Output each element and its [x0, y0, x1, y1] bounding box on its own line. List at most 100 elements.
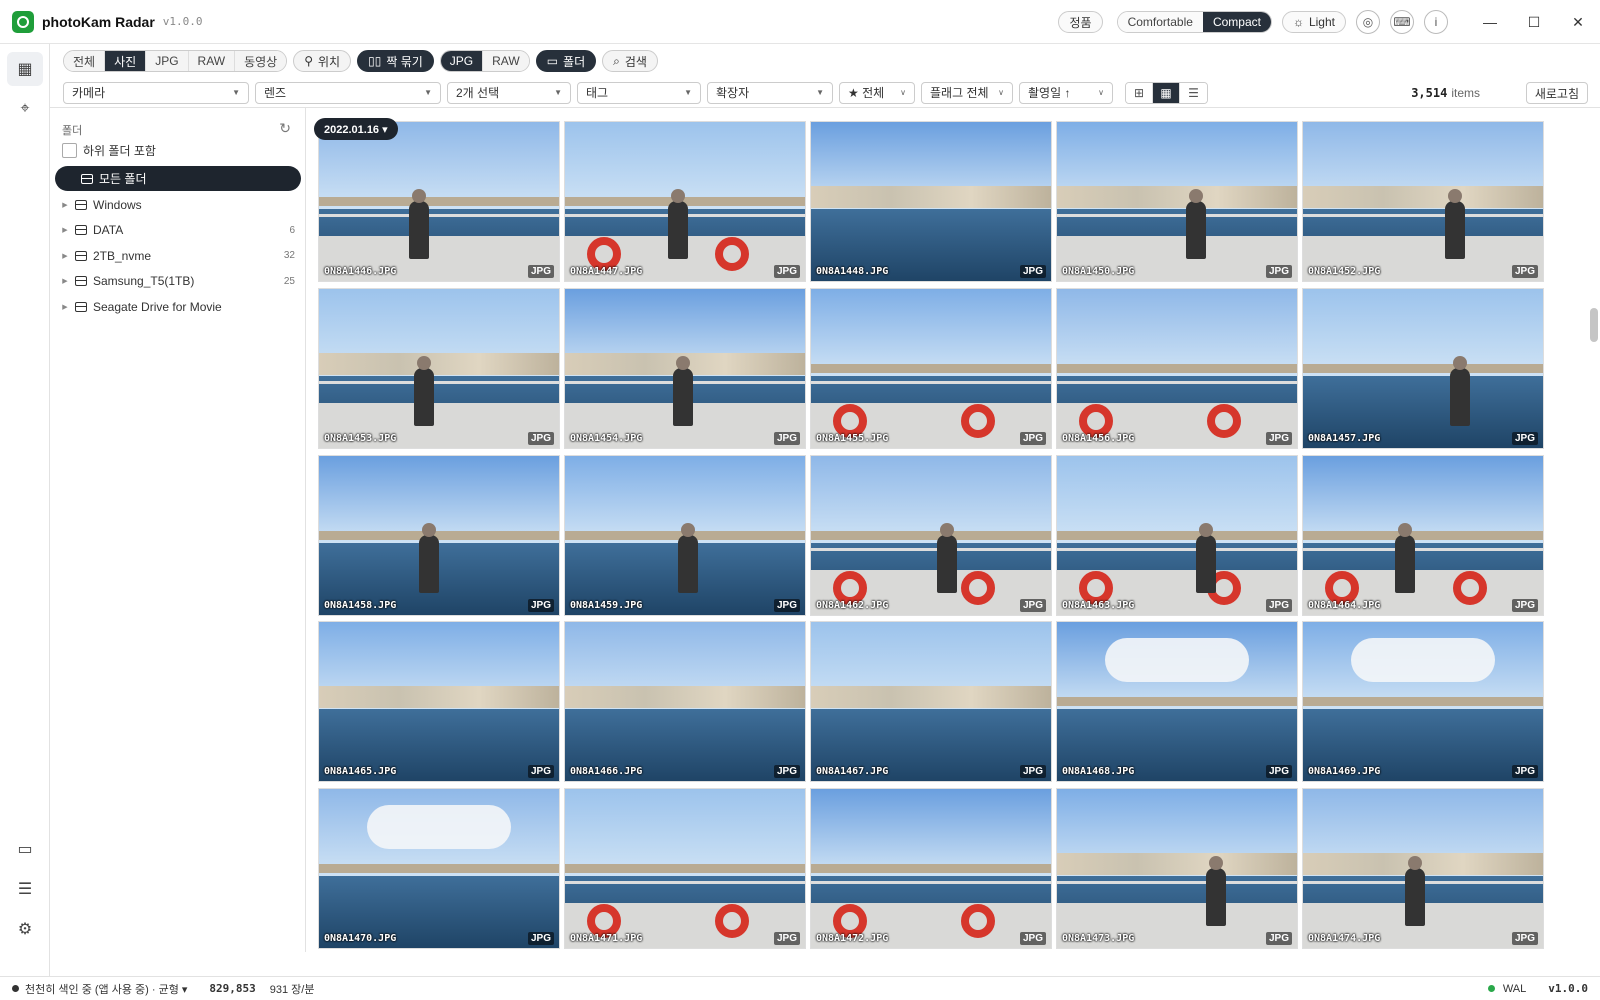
- photo-format-badge: JPG: [1265, 432, 1292, 445]
- photo-thumbnail[interactable]: 0N8A1468.JPG JPG: [1056, 621, 1298, 782]
- photo-thumbnail[interactable]: 0N8A1459.JPG JPG: [564, 455, 806, 616]
- photo-thumbnail[interactable]: 0N8A1463.JPG JPG: [1056, 455, 1298, 616]
- photo-thumbnail[interactable]: 0N8A1450.JPG JPG: [1056, 121, 1298, 282]
- drive-icon: [75, 250, 87, 261]
- tag-dropdown[interactable]: 태그 ▼: [577, 81, 701, 104]
- selection-dropdown[interactable]: 2개 선택 ▼: [447, 81, 571, 104]
- photo-thumbnail[interactable]: 0N8A1455.JPG JPG: [810, 288, 1052, 449]
- folder-item[interactable]: ▶ Windows: [55, 192, 301, 217]
- grid-icon[interactable]: ▦: [7, 52, 43, 86]
- refresh-icon[interactable]: ↻: [279, 120, 291, 137]
- folder-item[interactable]: ▶ Samsung_T5(1TB) 25: [55, 269, 301, 294]
- folder-item[interactable]: ▶ DATA 6: [55, 218, 301, 243]
- expand-arrow-icon[interactable]: ▶: [55, 303, 75, 311]
- grid-large-icon[interactable]: ⊞: [1126, 82, 1153, 103]
- folder-item[interactable]: ▶ 2TB_nvme 32: [55, 243, 301, 268]
- photo-thumbnail[interactable]: 0N8A1472.JPG JPG: [810, 788, 1052, 949]
- photo-thumbnail[interactable]: 0N8A1457.JPG JPG: [1302, 288, 1544, 449]
- maximize-button[interactable]: ☐: [1512, 0, 1556, 44]
- expand-arrow-icon[interactable]: ▶: [55, 201, 75, 209]
- expand-arrow-icon[interactable]: ▶: [55, 226, 75, 234]
- photo-thumbnail[interactable]: 0N8A1462.JPG JPG: [810, 455, 1052, 616]
- photo-thumbnail[interactable]: 0N8A1473.JPG JPG: [1056, 788, 1298, 949]
- index-count: 829,853: [209, 982, 256, 995]
- folder-name: Samsung_T5(1TB): [93, 274, 195, 288]
- minimize-button[interactable]: —: [1468, 0, 1512, 44]
- date-chip[interactable]: 2022.01.16 ▾: [314, 118, 398, 140]
- refresh-button[interactable]: 새로고침: [1525, 82, 1588, 104]
- include-subfolders-label: 하위 폴더 포함: [83, 144, 156, 158]
- tab-photos[interactable]: 사진: [105, 51, 147, 71]
- photo-thumbnail[interactable]: 0N8A1446.JPG JPG: [318, 121, 560, 282]
- checklist-icon[interactable]: ☰: [7, 872, 43, 906]
- include-subfolders-checkbox[interactable]: 하위 폴더 포함: [62, 142, 156, 159]
- sliders-icon[interactable]: ⚙: [7, 912, 43, 946]
- density-comfortable-button[interactable]: Comfortable: [1117, 12, 1203, 32]
- close-button[interactable]: ✕: [1556, 0, 1600, 44]
- indexing-status[interactable]: 천천히 색인 중 (앱 사용 중) · 균형 ▾: [25, 981, 187, 997]
- tab-raw[interactable]: RAW: [188, 51, 236, 71]
- photo-filename: 0N8A1470.JPG: [324, 933, 397, 944]
- scrollbar[interactable]: [1590, 308, 1598, 342]
- keyboard-icon[interactable]: ⌨: [1390, 10, 1414, 34]
- photo-thumbnail[interactable]: 0N8A1470.JPG JPG: [318, 788, 560, 949]
- sort-dropdown[interactable]: 촬영일 ↑ ∨: [1019, 81, 1113, 104]
- photo-thumbnail[interactable]: 0N8A1448.JPG JPG: [810, 121, 1052, 282]
- photo-thumbnail[interactable]: 0N8A1464.JPG JPG: [1302, 455, 1544, 616]
- photo-filename: 0N8A1450.JPG: [1062, 266, 1135, 277]
- expand-arrow-icon[interactable]: ▶: [55, 252, 75, 260]
- photo-thumbnail[interactable]: 0N8A1453.JPG JPG: [318, 288, 560, 449]
- folder-all[interactable]: 모든 폴더: [55, 166, 301, 191]
- folder-item[interactable]: ▶ Seagate Drive for Movie: [55, 294, 301, 319]
- photo-thumbnail[interactable]: 0N8A1454.JPG JPG: [564, 288, 806, 449]
- grid-compact-icon[interactable]: ▦: [1153, 82, 1180, 103]
- folder-button[interactable]: ▭ 폴더: [535, 50, 597, 72]
- folder-count: 32: [283, 250, 295, 261]
- photo-thumbnail[interactable]: 0N8A1469.JPG JPG: [1302, 621, 1544, 782]
- photo-thumbnail[interactable]: 0N8A1456.JPG JPG: [1056, 288, 1298, 449]
- tab-format-jpg[interactable]: JPG: [440, 51, 484, 71]
- folder-name: Seagate Drive for Movie: [93, 299, 222, 314]
- rating-dropdown[interactable]: ★ 전체 ∨: [839, 81, 915, 104]
- photo-thumbnail[interactable]: 0N8A1474.JPG JPG: [1302, 788, 1544, 949]
- photo-thumbnail[interactable]: 0N8A1467.JPG JPG: [810, 621, 1052, 782]
- camera-dropdown[interactable]: 카메라 ▼: [63, 81, 249, 104]
- density-compact-button[interactable]: Compact: [1202, 12, 1271, 32]
- extension-dropdown[interactable]: 확장자 ▼: [707, 81, 833, 104]
- tab-jpg[interactable]: JPG: [146, 51, 189, 71]
- caret-icon: ▼: [232, 88, 240, 97]
- folder-icon[interactable]: ▭: [7, 832, 43, 866]
- search-button[interactable]: ⌕ 검색: [602, 50, 658, 72]
- tab-video[interactable]: 동영상: [235, 51, 287, 71]
- photo-thumbnail[interactable]: 0N8A1471.JPG JPG: [564, 788, 806, 949]
- list-icon[interactable]: ☰: [1180, 82, 1207, 103]
- location-pin-icon[interactable]: ⌖: [7, 92, 43, 126]
- photo-filename: 0N8A1471.JPG: [570, 933, 643, 944]
- photo-thumbnail[interactable]: 0N8A1465.JPG JPG: [318, 621, 560, 782]
- theme-toggle[interactable]: ☼ Light: [1281, 11, 1346, 33]
- app-version: v1.0.0: [162, 15, 203, 28]
- photo-thumbnail[interactable]: 0N8A1466.JPG JPG: [564, 621, 806, 782]
- items-count: 3,514 items: [1411, 82, 1480, 104]
- compass-icon[interactable]: ◎: [1356, 10, 1380, 34]
- info-icon[interactable]: i: [1424, 10, 1448, 34]
- lens-dropdown[interactable]: 렌즈 ▼: [255, 81, 441, 104]
- flag-dropdown[interactable]: 플래그 전체 ∨: [921, 81, 1013, 104]
- app-logo-icon: [12, 10, 34, 33]
- location-button[interactable]: ⚲ 위치: [293, 50, 352, 72]
- photo-thumbnail[interactable]: 0N8A1458.JPG JPG: [318, 455, 560, 616]
- dropdown-toolbar: 카메라 ▼ 렌즈 ▼ 2개 선택 ▼ 태그 ▼ 확장자 ▼ ★ 전체 ∨ 플래그 전체 ∨ 촬…: [50, 78, 1600, 108]
- license-badge[interactable]: 정품: [1058, 11, 1103, 33]
- photo-thumbnail[interactable]: 0N8A1452.JPG JPG: [1302, 121, 1544, 282]
- folder-label: 폴더: [563, 54, 586, 69]
- photo-thumbnail[interactable]: 0N8A1447.JPG JPG: [564, 121, 806, 282]
- photo-format-badge: JPG: [527, 265, 554, 278]
- expand-arrow-icon[interactable]: ▶: [55, 277, 75, 285]
- photo-format-badge: JPG: [1265, 265, 1292, 278]
- pair-button[interactable]: ▯▯ 짝 묶기: [357, 50, 434, 72]
- photo-filename: 0N8A1462.JPG: [816, 600, 889, 611]
- tab-all[interactable]: 전체: [64, 51, 106, 71]
- lens-value: 렌즈: [264, 86, 287, 100]
- db-mode: WAL: [1502, 982, 1527, 995]
- tab-format-raw[interactable]: RAW: [483, 51, 529, 71]
